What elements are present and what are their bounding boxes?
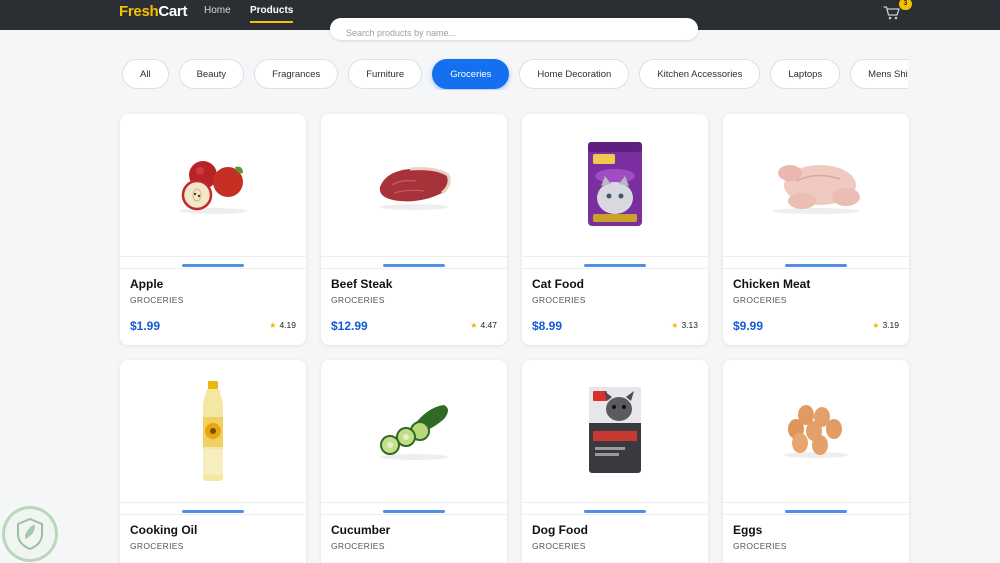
card-divider <box>120 256 306 257</box>
beef-steak-image[interactable] <box>321 114 507 256</box>
card-accent-bar <box>383 510 445 513</box>
card-divider <box>522 502 708 503</box>
product-rating-value: 3.13 <box>681 320 698 330</box>
star-icon: ★ <box>269 321 277 330</box>
search-bar <box>330 18 698 40</box>
card-divider <box>321 514 507 515</box>
product-rating-value: 3.19 <box>882 320 899 330</box>
product-category: GROCERIES <box>532 295 586 305</box>
product-grid: Apple GROCERIES $1.99 ★ 4.19 Beef Steak G… <box>120 114 909 563</box>
card-accent-bar <box>182 510 244 513</box>
product-title[interactable]: Eggs <box>733 523 762 537</box>
category-filter-laptops[interactable]: Laptops <box>770 59 841 89</box>
product-title[interactable]: Chicken Meat <box>733 277 810 291</box>
product-price: $1.99 <box>130 319 161 333</box>
star-icon: ★ <box>470 321 478 330</box>
chicken-meat-image[interactable] <box>723 114 909 256</box>
card-divider <box>321 268 507 269</box>
card-divider <box>723 256 909 257</box>
product-price: $12.99 <box>331 319 368 333</box>
product-card[interactable]: Beef Steak GROCERIES $12.99 ★ 4.47 <box>321 114 507 345</box>
product-price: $8.99 <box>532 319 563 333</box>
product-card[interactable]: Cucumber GROCERIES <box>321 360 507 563</box>
product-card[interactable]: Eggs GROCERIES <box>723 360 909 563</box>
card-accent-bar <box>785 510 847 513</box>
cat-food-image[interactable] <box>522 114 708 256</box>
card-divider <box>321 256 507 257</box>
product-rating: ★ 4.19 <box>269 320 296 330</box>
card-divider <box>522 256 708 257</box>
product-category: GROCERIES <box>733 541 787 551</box>
product-price: $9.99 <box>733 319 764 333</box>
product-card[interactable]: Apple GROCERIES $1.99 ★ 4.19 <box>120 114 306 345</box>
category-filter-groceries[interactable]: Groceries <box>432 59 510 89</box>
category-filter-kitchen-accessories[interactable]: Kitchen Accessories <box>639 59 761 89</box>
cucumber-image[interactable] <box>321 360 507 502</box>
product-title[interactable]: Cat Food <box>532 277 584 291</box>
product-rating-value: 4.47 <box>480 320 497 330</box>
brand-logo[interactable]: FreshCart <box>119 3 187 20</box>
product-rating: ★ 3.19 <box>872 320 899 330</box>
card-divider <box>723 502 909 503</box>
product-card[interactable]: Cooking Oil GROCERIES <box>120 360 306 563</box>
category-filter-all[interactable]: All <box>122 59 169 89</box>
nav-link-home[interactable]: Home <box>204 5 231 16</box>
cart-count-badge: 3 <box>899 0 912 10</box>
category-filter-furniture[interactable]: Furniture <box>348 59 423 89</box>
card-accent-bar <box>383 264 445 267</box>
product-rating: ★ 4.47 <box>470 320 497 330</box>
nav-link-products[interactable]: Products <box>250 5 294 23</box>
product-card[interactable]: Dog Food GROCERIES <box>522 360 708 563</box>
brand-logo-part1: Fresh <box>119 3 159 20</box>
card-accent-bar <box>182 264 244 267</box>
category-filter-beauty[interactable]: Beauty <box>178 59 245 89</box>
category-filter-fragrances[interactable]: Fragrances <box>254 59 339 89</box>
card-divider <box>723 268 909 269</box>
search-input[interactable] <box>330 18 698 40</box>
product-title[interactable]: Cooking Oil <box>130 523 197 537</box>
product-rating-value: 4.19 <box>279 320 296 330</box>
product-category: GROCERIES <box>130 295 184 305</box>
card-accent-bar <box>785 264 847 267</box>
brand-logo-part2: Cart <box>158 3 188 20</box>
apple-image[interactable] <box>120 114 306 256</box>
watermark-logo <box>2 506 58 562</box>
card-divider <box>522 514 708 515</box>
product-category: GROCERIES <box>331 295 385 305</box>
product-category: GROCERIES <box>130 541 184 551</box>
card-divider <box>522 268 708 269</box>
card-divider <box>723 514 909 515</box>
product-title[interactable]: Beef Steak <box>331 277 392 291</box>
star-icon: ★ <box>671 321 679 330</box>
dog-food-image[interactable] <box>522 360 708 502</box>
card-divider <box>120 514 306 515</box>
product-category: GROCERIES <box>733 295 787 305</box>
card-accent-bar <box>584 264 646 267</box>
product-title[interactable]: Cucumber <box>331 523 390 537</box>
product-title[interactable]: Apple <box>130 277 163 291</box>
product-title[interactable]: Dog Food <box>532 523 588 537</box>
product-rating: ★ 3.13 <box>671 320 698 330</box>
card-divider <box>120 268 306 269</box>
category-filter-home-decoration[interactable]: Home Decoration <box>519 59 630 89</box>
eggs-image[interactable] <box>723 360 909 502</box>
product-card[interactable]: Chicken Meat GROCERIES $9.99 ★ 3.19 <box>723 114 909 345</box>
card-divider <box>120 502 306 503</box>
product-category: GROCERIES <box>331 541 385 551</box>
card-accent-bar <box>584 510 646 513</box>
category-filter-bar: All Beauty Fragrances Furniture Grocerie… <box>122 58 908 90</box>
category-filter-mens-shirts[interactable]: Mens Shirts <box>850 59 908 89</box>
star-icon: ★ <box>872 321 880 330</box>
product-category: GROCERIES <box>532 541 586 551</box>
product-card[interactable]: Cat Food GROCERIES $8.99 ★ 3.13 <box>522 114 708 345</box>
cooking-oil-image[interactable] <box>120 360 306 502</box>
card-divider <box>321 502 507 503</box>
